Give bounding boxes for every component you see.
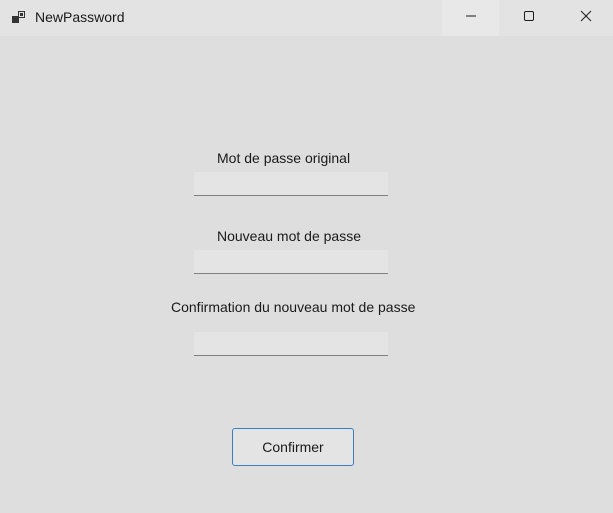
new-password-label: Nouveau mot de passe — [217, 228, 361, 244]
new-password-field[interactable] — [194, 250, 388, 274]
close-icon — [580, 9, 592, 27]
title-bar[interactable]: NewPassword — [0, 0, 613, 36]
maximize-button[interactable] — [500, 0, 557, 36]
app-window-icon — [12, 10, 26, 24]
confirm-password-field[interactable] — [194, 332, 388, 356]
close-button[interactable] — [557, 0, 613, 36]
original-password-label: Mot de passe original — [217, 150, 351, 166]
confirm-password-label: Confirmation du nouveau mot de passe — [171, 299, 416, 315]
maximize-icon — [523, 9, 535, 27]
original-password-field[interactable] — [194, 172, 388, 196]
window-title: NewPassword — [35, 9, 125, 25]
minimize-button[interactable] — [442, 0, 499, 36]
confirm-button[interactable]: Confirmer — [232, 428, 354, 466]
new-password-window: NewPassword Mot de passe original Nouvea… — [0, 0, 613, 513]
minimize-icon — [465, 9, 477, 27]
